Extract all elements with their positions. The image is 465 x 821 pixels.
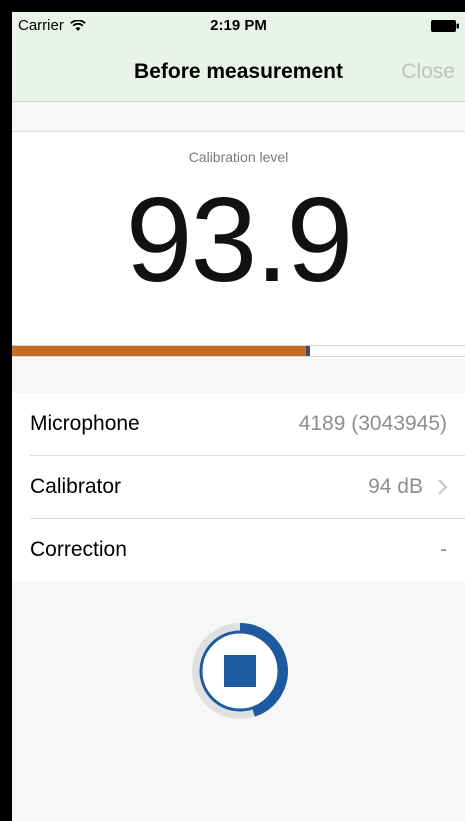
status-time: 2:19 PM: [210, 17, 267, 34]
calibrator-row[interactable]: Calibrator 94 dB: [30, 456, 465, 519]
page-title: Before measurement: [134, 60, 343, 83]
device-frame: Carrier 2:19 PM Before measurement Close: [0, 0, 465, 821]
microphone-value: 4189 (3043945): [298, 412, 447, 435]
level-meter: [12, 345, 465, 357]
stop-icon: [224, 655, 256, 687]
calibration-level-label: Calibration level: [188, 149, 289, 165]
level-meter-fill: [12, 346, 306, 356]
level-meter-marker: [306, 346, 310, 356]
navigation-bar: Before measurement Close: [12, 40, 465, 101]
status-bar: Carrier 2:19 PM: [12, 12, 465, 40]
close-button[interactable]: Close: [401, 60, 455, 84]
correction-row: Correction -: [30, 519, 465, 581]
calibration-level-value: 93.9: [125, 173, 354, 307]
calibrator-value: 94 dB: [368, 475, 423, 498]
battery-icon: [431, 20, 459, 32]
stop-button[interactable]: [190, 621, 290, 721]
calibration-level-card: Calibration level 93.9: [12, 131, 465, 358]
correction-label: Correction: [30, 538, 127, 561]
app-screen: Carrier 2:19 PM Before measurement Close: [12, 12, 465, 821]
info-list: Microphone 4189 (3043945) Calibrator 94 …: [12, 393, 465, 581]
microphone-row: Microphone 4189 (3043945): [30, 393, 465, 456]
top-bar: Carrier 2:19 PM Before measurement Close: [12, 12, 465, 102]
microphone-label: Microphone: [30, 412, 140, 435]
chevron-right-icon: [438, 479, 448, 495]
calibrator-label: Calibrator: [30, 475, 122, 498]
correction-value: -: [440, 538, 447, 561]
